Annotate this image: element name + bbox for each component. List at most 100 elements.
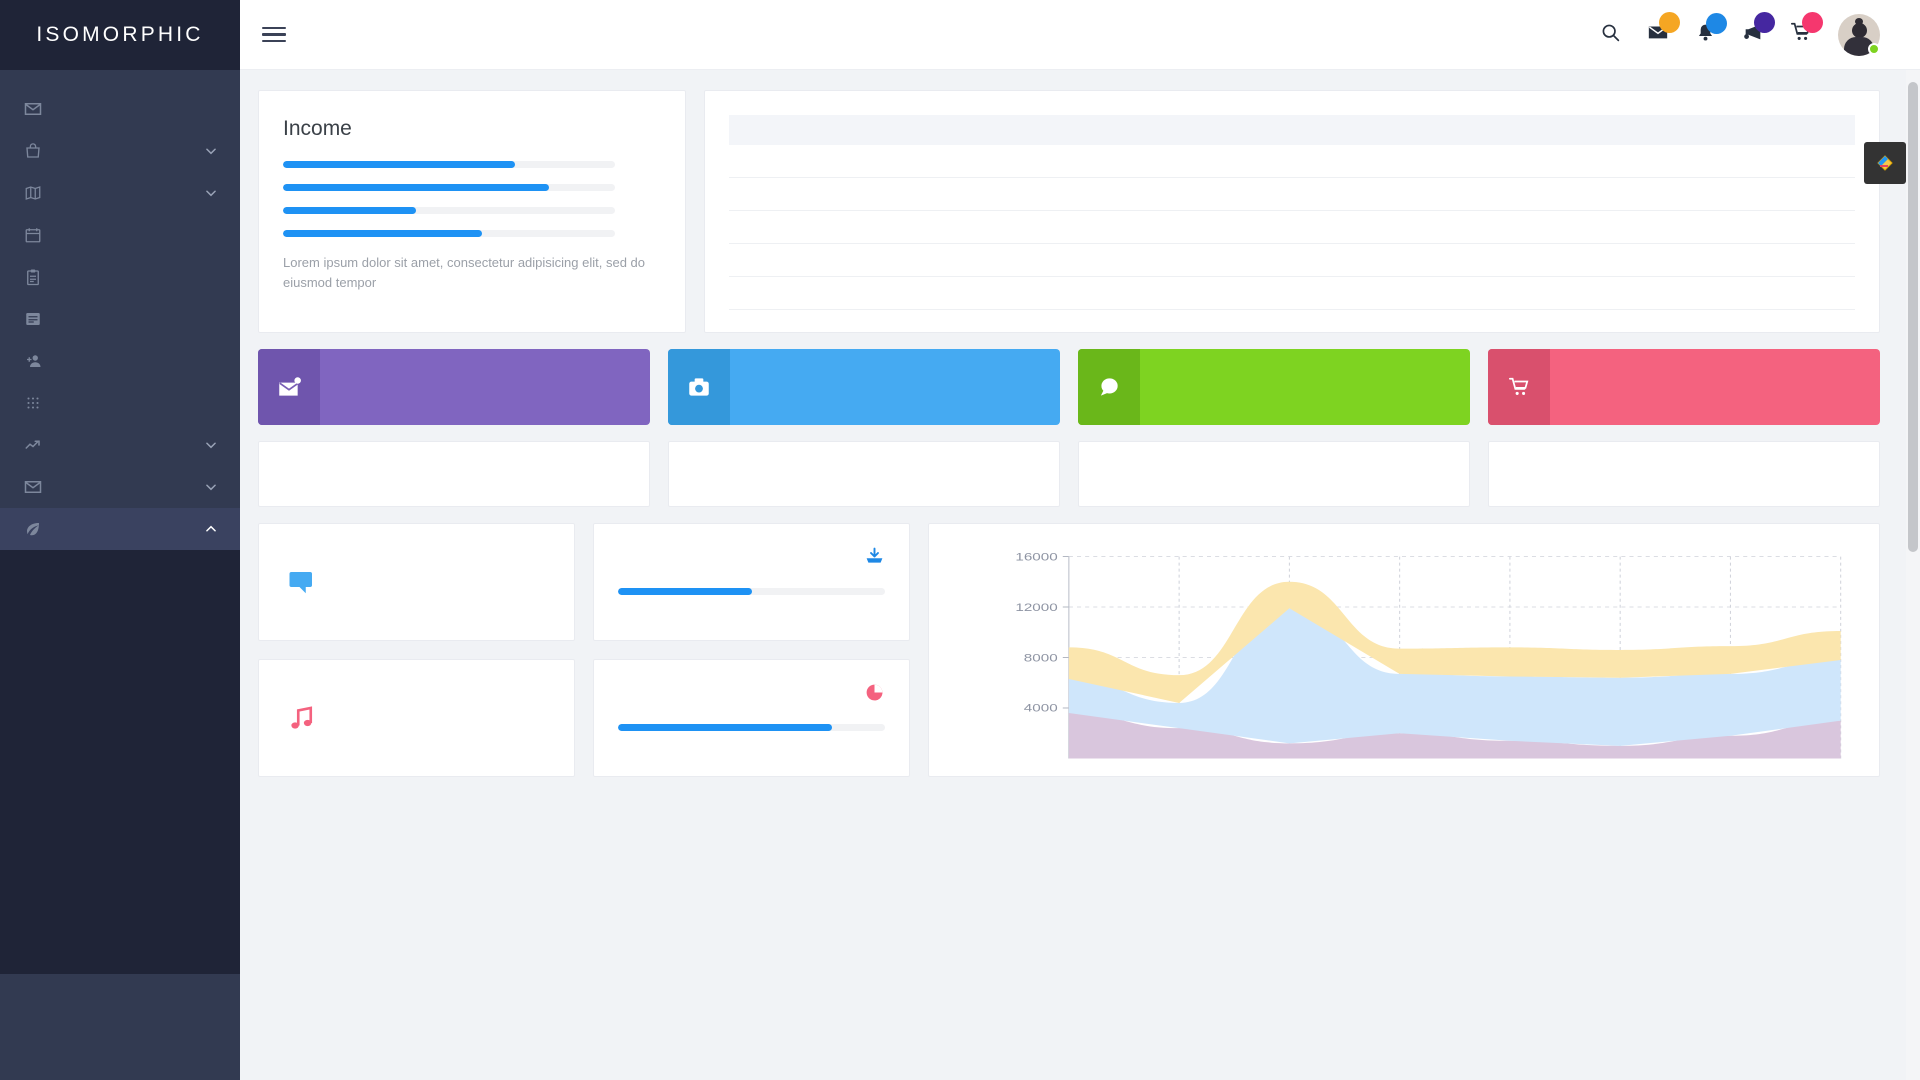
submenu-item-tag[interactable]: [0, 760, 240, 794]
search-button[interactable]: [1600, 22, 1621, 48]
income-progress-track: [283, 207, 615, 214]
sidebar-item-forms[interactable]: [0, 466, 240, 508]
table-cell: [729, 177, 1011, 211]
chevron-down-icon[interactable]: [204, 480, 218, 494]
status-badge: [1868, 42, 1880, 55]
clipboard-icon: [24, 268, 54, 286]
stat-widget-image-upload[interactable]: [668, 349, 1060, 425]
income-note: Lorem ipsum dolor sit amet, consectetur …: [283, 255, 646, 291]
envelope-icon: [24, 100, 54, 118]
y-axis-tick-label: 16000: [1015, 550, 1057, 563]
progress-card-download: [593, 523, 910, 641]
chevron-down-icon[interactable]: [204, 186, 218, 200]
table-cell: [1573, 276, 1855, 310]
submenu-item-collapse[interactable]: [0, 658, 240, 692]
grid-dots-icon: [24, 394, 54, 412]
table-cell: [1292, 243, 1574, 277]
income-progress-item: [283, 184, 661, 191]
stat-widget-total-message[interactable]: [1078, 349, 1470, 425]
area-chart-card: 4000 8000 12000 16000: [928, 523, 1880, 777]
mail-open-icon: [258, 349, 320, 425]
sidebar-item-calendar[interactable]: [0, 214, 240, 256]
paint-bucket-icon: [1877, 155, 1893, 171]
income-summary-card: [668, 441, 1060, 507]
row-bottom: 4000 8000 12000 16000: [258, 523, 1880, 777]
data-table: [729, 115, 1855, 310]
table-row[interactable]: [729, 210, 1855, 244]
table-header-cell[interactable]: [729, 115, 1011, 145]
cart-button[interactable]: [1790, 12, 1823, 48]
data-table-card: [704, 90, 1880, 333]
income-progress-item: [283, 207, 661, 214]
table-row[interactable]: [729, 243, 1855, 277]
y-axis-tick-label: 12000: [1015, 601, 1057, 614]
submenu-item-timeline[interactable]: [0, 794, 240, 828]
income-progress-track: [283, 161, 615, 168]
chat-bubble-icon: [287, 567, 343, 597]
bell-button[interactable]: [1695, 12, 1727, 48]
submenu-item-carousal[interactable]: [0, 624, 240, 658]
camera-icon: [668, 349, 730, 425]
area-chart-svg: 4000 8000 12000 16000: [1015, 550, 1842, 759]
sidebar-item-ecommerce[interactable]: [0, 130, 240, 172]
submenu-item-tooltip[interactable]: [0, 726, 240, 760]
area-chart[interactable]: 4000 8000 12000 16000: [947, 540, 1861, 766]
mail-button[interactable]: [1647, 12, 1680, 48]
table-cell: [1010, 145, 1292, 178]
chevron-down-icon[interactable]: [204, 438, 218, 452]
notification-badge: [1754, 12, 1775, 33]
brand-logo[interactable]: ISOMORPHIC: [0, 0, 240, 70]
bottom-col-mini: [258, 523, 575, 777]
income-progress-fill: [283, 207, 416, 214]
submenu-item-tree[interactable]: [0, 930, 240, 964]
page-scrollbar[interactable]: [1906, 70, 1920, 1080]
submenu-item-rating[interactable]: [0, 896, 240, 930]
table-cell: [1573, 145, 1855, 178]
stat-widget-unread-email[interactable]: [258, 349, 650, 425]
submenu-item-dropdown[interactable]: [0, 828, 240, 862]
sidebar-item-shuffle[interactable]: [0, 382, 240, 424]
income-progress-fill: [283, 184, 549, 191]
submenu-item-card[interactable]: [0, 590, 240, 624]
row-income-cards: [258, 441, 1880, 507]
table-cell: [1573, 243, 1855, 277]
submenu-item-pagination[interactable]: [0, 862, 240, 896]
sidebar-item-ui-elements[interactable]: [0, 508, 240, 550]
table-row[interactable]: [729, 276, 1855, 310]
megaphone-button[interactable]: [1742, 12, 1775, 48]
progress-fill: [618, 588, 752, 595]
chevron-up-icon[interactable]: [204, 522, 218, 536]
add-person-icon: [24, 352, 54, 370]
sidebar-item-notes[interactable]: [0, 256, 240, 298]
submenu-item-pop-over[interactable]: [0, 692, 240, 726]
sidebar-item-maps[interactable]: [0, 172, 240, 214]
income-progress-list: [283, 161, 661, 237]
table-row[interactable]: [729, 145, 1855, 178]
stat-widget-orders-post[interactable]: [1488, 349, 1880, 425]
income-title: Income: [283, 117, 352, 140]
sidebar-item-email[interactable]: [0, 88, 240, 130]
sidebar-item-todos[interactable]: [0, 298, 240, 340]
table-header-cell[interactable]: [1573, 115, 1855, 145]
table-row[interactable]: [729, 177, 1855, 211]
sidebar-item-contacts[interactable]: [0, 340, 240, 382]
table-body: [729, 145, 1855, 310]
list-icon: [24, 310, 54, 328]
table-header-cell[interactable]: [1292, 115, 1574, 145]
chat-icon: [1078, 349, 1140, 425]
download-icon[interactable]: [864, 546, 885, 572]
avatar[interactable]: [1838, 13, 1880, 56]
theme-switcher-button[interactable]: [1864, 142, 1906, 184]
cart-icon: [1488, 349, 1550, 425]
income-progress-item: [283, 161, 661, 168]
scrollbar-thumb[interactable]: [1908, 82, 1918, 552]
sidebar-item-charts[interactable]: [0, 424, 240, 466]
pie-chart-icon[interactable]: [864, 682, 885, 708]
table-cell: [1010, 243, 1292, 277]
y-axis-tick-label: 8000: [1024, 651, 1058, 664]
calendar-icon: [24, 226, 54, 244]
hamburger-icon[interactable]: [262, 23, 286, 47]
submenu-item-badge[interactable]: [0, 556, 240, 590]
table-header-cell[interactable]: [1010, 115, 1292, 145]
chevron-down-icon[interactable]: [204, 144, 218, 158]
